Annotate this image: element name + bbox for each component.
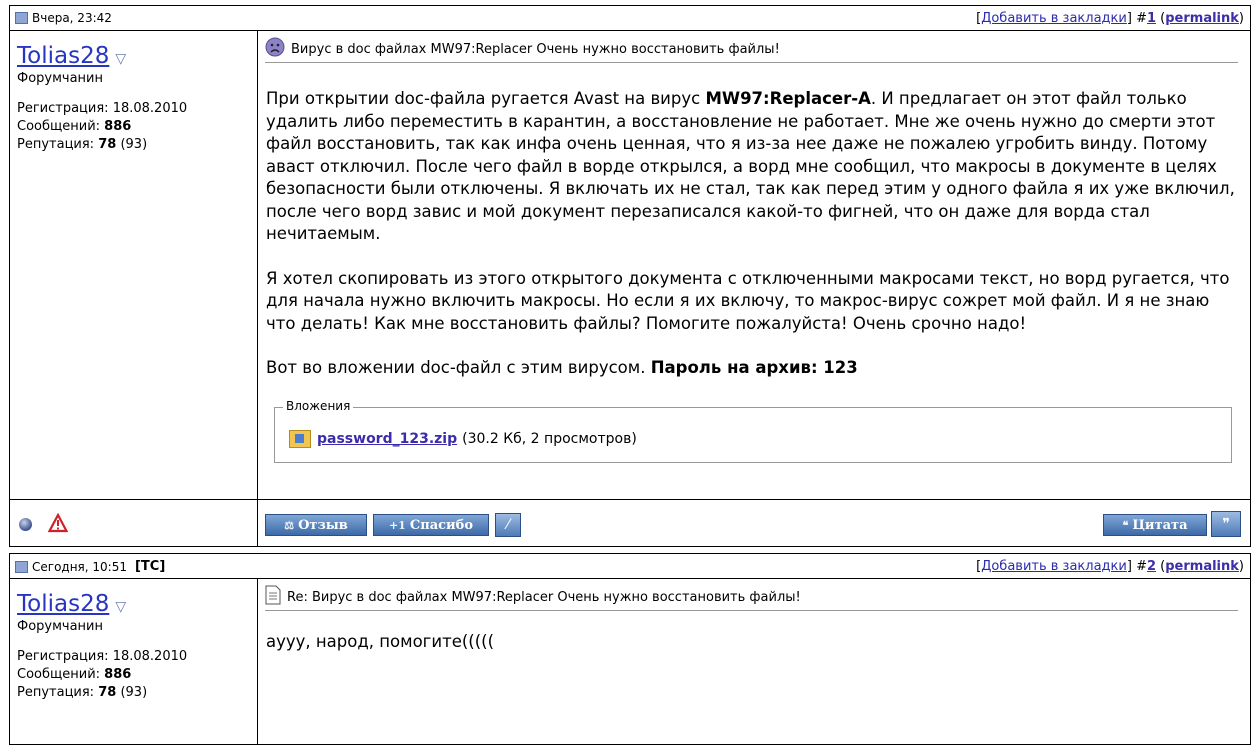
username-link[interactable]: Tolias28 — [17, 591, 109, 617]
reg-value: 18.08.2010 — [112, 101, 188, 116]
post-header: Сегодня, 10:51 [ТС] [Добавить в закладки… — [10, 554, 1250, 579]
quote-label: Цитата — [1132, 517, 1188, 533]
post-timestamp: Вчера, 23:42 — [32, 11, 112, 25]
online-status-icon — [19, 518, 32, 531]
permalink-link[interactable]: permalink — [1165, 11, 1239, 26]
messages-label: Сообщений: — [17, 667, 101, 682]
permalink-link[interactable]: permalink — [1165, 559, 1239, 574]
messages-value: 886 — [104, 119, 132, 134]
attachment-meta: (30.2 Кб, 2 просмотров) — [462, 431, 637, 447]
report-warning-icon[interactable] — [47, 512, 69, 537]
reg-label: Регистрация: — [17, 101, 109, 116]
post-footer: ⚖ Отзыв +1 Спасибо ⁄ ❝ Цитата ❞ — [10, 499, 1250, 546]
document-icon — [265, 585, 281, 609]
review-button[interactable]: ⚖ Отзыв — [265, 514, 367, 536]
quote-icon: ❝ — [1122, 518, 1129, 532]
reputation-label: Репутация: — [17, 137, 95, 152]
post-body: При открытии doc-файла ругается Avast на… — [266, 88, 1242, 402]
plus-one-icon: +1 — [388, 518, 406, 532]
p1-text-c: . И предлагает он этот файл только удали… — [266, 89, 1235, 243]
archive-password: Пароль на архив: 123 — [650, 358, 858, 377]
reg-value: 18.08.2010 — [112, 649, 188, 664]
zip-file-icon — [289, 430, 311, 448]
reputation-label: Репутация: — [17, 685, 95, 700]
reputation-value: 78 — [98, 137, 117, 152]
paragraph-3: Вот во вложении doc-файл с этим вирусом.… — [266, 357, 1242, 380]
bookmark-link[interactable]: Добавить в закладки — [981, 11, 1127, 26]
post-footer-left — [10, 500, 258, 546]
review-label: Отзыв — [298, 517, 348, 533]
post-title-row: Re: Вирус в doc файлах MW97:Replacer Оче… — [265, 584, 1238, 611]
paragraph-1: При открытии doc-файла ругается Avast на… — [266, 88, 1242, 246]
user-stats: Регистрация: 18.08.2010 Сообщений: 886 Р… — [17, 100, 187, 154]
quote-button[interactable]: ❝ Цитата — [1103, 514, 1207, 536]
post-footer-actions: ⚖ Отзыв +1 Спасибо ⁄ ❝ Цитата ❞ — [258, 500, 1250, 546]
thanks-button[interactable]: +1 Спасибо — [373, 514, 489, 536]
virus-name: MW97:Replacer-A — [705, 89, 871, 108]
post-number-link[interactable]: 2 — [1147, 559, 1156, 574]
user-rank: Форумчанин — [17, 71, 103, 86]
multi-quote-button[interactable]: ❞ — [1211, 511, 1241, 537]
messages-label: Сообщений: — [17, 119, 101, 134]
post-number-prefix: # — [1136, 559, 1147, 574]
post-timestamp: Сегодня, 10:51 — [32, 559, 127, 574]
sad-face-icon — [265, 37, 285, 61]
messages-value: 886 — [104, 667, 132, 682]
post-number-prefix: # — [1136, 11, 1147, 26]
reg-label: Регистрация: — [17, 649, 109, 664]
attachments-legend: Вложения — [283, 399, 354, 413]
edit-pencil-icon: ⁄ — [506, 517, 510, 533]
scales-icon: ⚖ — [284, 518, 295, 532]
post-title: Re: Вирус в doc файлах MW97:Replacer Оче… — [287, 589, 801, 605]
post-header: Вчера, 23:42 [Добавить в закладки] #1 (p… — [10, 6, 1250, 31]
reputation-extra: (93) — [120, 137, 148, 152]
post-header-links: [Добавить в закладки] #2 (permalink) — [976, 559, 1244, 574]
paragraph-2: Я хотел скопировать из этого открытого д… — [266, 268, 1230, 333]
edit-button[interactable]: ⁄ — [495, 513, 521, 537]
post-title-row: Вирус в doc файлах MW97:Replacer Очень н… — [265, 36, 1238, 63]
p3-text-a: Вот во вложении doc-файл с этим вирусом. — [266, 358, 651, 377]
user-info-panel: Tolias28 ▽ Форумчанин Регистрация: 18.08.… — [10, 579, 258, 744]
post-icon — [15, 560, 28, 573]
topic-starter-badge: [ТС] — [134, 559, 166, 574]
user-menu-chevron-icon[interactable]: ▽ — [115, 599, 126, 615]
post-body: аууу, народ, помогите((((( — [266, 632, 495, 651]
thanks-label: Спасибо — [409, 517, 474, 533]
p1-text-a: При открытии doc-файла ругается Avast на… — [266, 89, 706, 108]
bookmark-link[interactable]: Добавить в закладки — [981, 559, 1127, 574]
attachments-box: Вложения password_123.zip (30.2 Кб, 2 пр… — [274, 399, 1232, 463]
reputation-extra: (93) — [120, 685, 148, 700]
post-1: Вчера, 23:42 [Добавить в закладки] #1 (p… — [9, 5, 1251, 547]
post-2: Сегодня, 10:51 [ТС] [Добавить в закладки… — [9, 553, 1251, 745]
post-header-links: [Добавить в закладки] #1 (permalink) — [976, 11, 1244, 26]
message-panel: Re: Вирус в doc файлах MW97:Replacer Оче… — [258, 579, 1250, 744]
post-icon — [15, 12, 28, 24]
message-panel: Вирус в doc файлах MW97:Replacer Очень н… — [258, 31, 1250, 499]
attachment-link[interactable]: password_123.zip — [317, 431, 457, 447]
multi-quote-icon: ❞ — [1222, 516, 1230, 532]
user-rank: Форумчанин — [17, 619, 103, 634]
user-stats: Регистрация: 18.08.2010 Сообщений: 886 Р… — [17, 648, 187, 702]
username-link[interactable]: Tolias28 — [17, 43, 109, 69]
reputation-value: 78 — [98, 685, 117, 700]
post-number-link[interactable]: 1 — [1147, 11, 1156, 26]
post-title: Вирус в doc файлах MW97:Replacer Очень н… — [291, 41, 780, 57]
user-info-panel: Tolias28 ▽ Форумчанин Регистрация: 18.08.… — [10, 31, 258, 499]
user-menu-chevron-icon[interactable]: ▽ — [115, 51, 126, 67]
